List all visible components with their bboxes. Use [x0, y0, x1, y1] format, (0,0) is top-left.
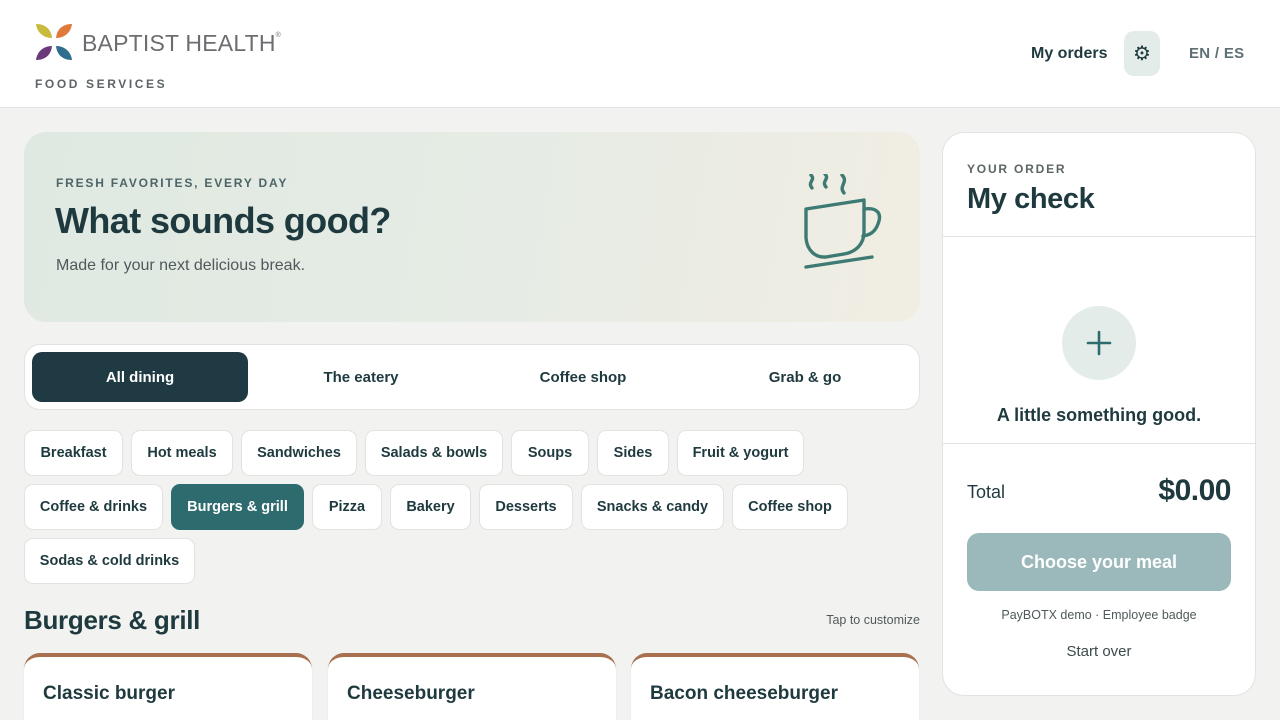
hero-subtitle: Made for your next delicious break.: [56, 257, 306, 274]
empty-order-message: A little something good.: [996, 405, 1202, 425]
brand-name: BAPTIST HEALTH®: [82, 30, 282, 56]
app-header: BAPTIST HEALTH® FOOD SERVICES My orders …: [0, 0, 1280, 108]
settings-button[interactable]: ⚙: [1124, 31, 1160, 76]
tab-the-eatery[interactable]: The eatery: [253, 352, 469, 402]
order-title: My check: [967, 183, 1095, 215]
category-chip-soups[interactable]: Soups: [511, 430, 589, 476]
category-chip-pizza[interactable]: Pizza: [312, 484, 382, 530]
tab-coffee-shop[interactable]: Coffee shop: [475, 352, 691, 402]
category-chip-fruit-yogurt[interactable]: Fruit & yogurt: [677, 430, 804, 476]
menu-item-name: Classic burger: [43, 683, 175, 704]
tab-all-dining[interactable]: All dining: [32, 352, 248, 402]
category-chip-desserts[interactable]: Desserts: [479, 484, 573, 530]
gear-icon: ⚙: [1133, 43, 1151, 65]
coffee-cup-icon: [804, 174, 882, 269]
category-chip-coffee-shop[interactable]: Coffee shop: [732, 484, 848, 530]
add-item-button[interactable]: [1062, 306, 1136, 380]
category-chip-snacks-candy[interactable]: Snacks & candy: [581, 484, 724, 530]
payment-note: PayBOTX demo · Employee badge: [1001, 608, 1197, 622]
category-chip-coffee-drinks[interactable]: Coffee & drinks: [24, 484, 163, 530]
baptist-health-logo-icon: [36, 24, 72, 60]
category-chip-burgers-grill[interactable]: Burgers & grill: [171, 484, 304, 530]
menu-item-card[interactable]: Cheeseburger: [328, 653, 616, 720]
category-chip-salads-bowls[interactable]: Salads & bowls: [365, 430, 503, 476]
hero-title: What sounds good?: [55, 200, 391, 241]
section-hint: Tap to customize: [826, 613, 920, 627]
choose-meal-button[interactable]: Choose your meal: [967, 533, 1231, 591]
category-chip-sandwiches[interactable]: Sandwiches: [241, 430, 357, 476]
hero-banner: FRESH FAVORITES, EVERY DAY What sounds g…: [24, 132, 920, 322]
tab-grab-and-go[interactable]: Grab & go: [697, 352, 913, 402]
hero-kicker: FRESH FAVORITES, EVERY DAY: [56, 176, 289, 190]
category-chip-sodas-cold-drinks[interactable]: Sodas & cold drinks: [24, 538, 195, 584]
dining-tabs: All dining The eatery Coffee shop Grab &…: [24, 344, 920, 410]
panel-divider: [943, 236, 1255, 237]
language-toggle[interactable]: EN / ES: [1189, 45, 1244, 62]
section-title: Burgers & grill: [24, 605, 201, 635]
panel-divider: [943, 443, 1255, 444]
brand-subtitle: FOOD SERVICES: [35, 77, 168, 91]
category-chip-hot-meals[interactable]: Hot meals: [131, 430, 233, 476]
category-chip-sides[interactable]: Sides: [597, 430, 669, 476]
plus-icon: [1086, 330, 1112, 356]
menu-item-card[interactable]: Bacon cheeseburger: [631, 653, 919, 720]
menu-item-name: Bacon cheeseburger: [650, 683, 838, 704]
order-kicker: YOUR ORDER: [967, 162, 1067, 176]
category-chip-breakfast[interactable]: Breakfast: [24, 430, 123, 476]
total-label: Total: [967, 482, 1006, 502]
total-value: $0.00: [1158, 474, 1231, 507]
my-orders-link[interactable]: My orders: [1031, 45, 1107, 63]
category-chip-bakery[interactable]: Bakery: [390, 484, 471, 530]
start-over-link[interactable]: Start over: [943, 643, 1255, 660]
menu-item-card[interactable]: Classic burger: [24, 653, 312, 720]
order-panel: YOUR ORDER My check A little something g…: [942, 132, 1256, 696]
menu-item-name: Cheeseburger: [347, 683, 475, 704]
